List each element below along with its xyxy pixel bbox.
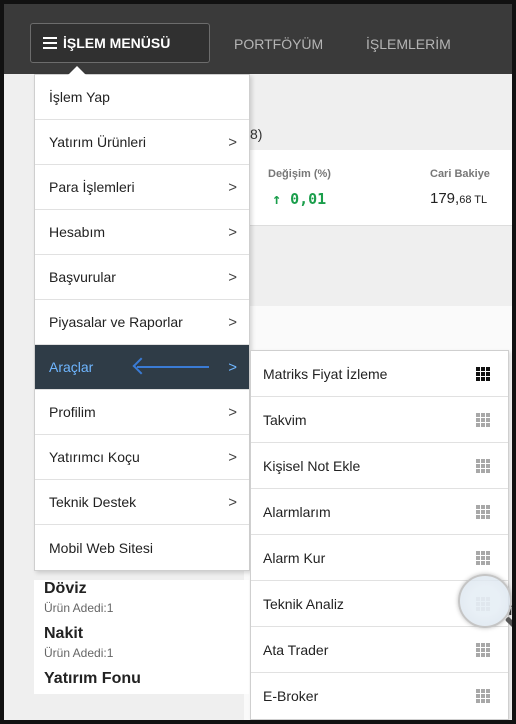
- grid-icon: [476, 689, 490, 703]
- submenu-item-takvim[interactable]: Takvim: [251, 397, 508, 443]
- nav-link-islemlerim[interactable]: İŞLEMLERİM: [366, 36, 451, 52]
- grid-icon: [476, 550, 490, 565]
- chevron-right-icon: >: [228, 223, 237, 241]
- grid-icon: [476, 458, 490, 473]
- product-list: Döviz Ürün Adedi:1 Nakit Ürün Adedi:1 Ya…: [34, 580, 249, 694]
- product-item-yatirim-fonu[interactable]: Yatırım Fonu: [34, 666, 249, 694]
- product-item-nakit[interactable]: Nakit Ürün Adedi:1: [34, 621, 249, 666]
- menu-item-para-islemleri[interactable]: Para İşlemleri >: [35, 165, 249, 210]
- menu-item-piyasalar-ve-raporlar[interactable]: Piyasalar ve Raporlar >: [35, 300, 249, 345]
- change-label: Değişim (%): [268, 168, 331, 180]
- chevron-right-icon: >: [228, 268, 237, 286]
- balance-value: 179,68 TL: [430, 190, 488, 207]
- balance-label: Cari Bakiye: [430, 168, 490, 180]
- grid-icon: [476, 504, 490, 519]
- chevron-right-icon: >: [228, 313, 237, 331]
- nav-link-portfoyum[interactable]: PORTFÖYÜM: [234, 36, 323, 52]
- chevron-right-icon: >: [228, 358, 237, 376]
- menu-item-yatirimci-kocu[interactable]: Yatırımcı Koçu >: [35, 435, 249, 480]
- grid-icon: [476, 366, 490, 381]
- islem-menusu-button[interactable]: İŞLEM MENÜSÜ: [30, 23, 210, 63]
- menu-button-label: İŞLEM MENÜSÜ: [63, 35, 171, 51]
- menu-item-araclar[interactable]: Araçlar >: [35, 345, 249, 390]
- chevron-right-icon: >: [228, 493, 237, 511]
- partial-text: 8): [250, 126, 263, 142]
- chevron-right-icon: >: [228, 133, 237, 151]
- submenu-item-kisisel-not-ekle[interactable]: Kişisel Not Ekle: [251, 443, 508, 489]
- portfolio-summary-card: Değişim (%) ↑ 0,01 Cari Bakiye 179,68 TL: [244, 150, 512, 226]
- annotation-arrow-icon: [137, 366, 209, 368]
- submenu-item-matriks-fiyat-izleme[interactable]: Matriks Fiyat İzleme: [251, 351, 508, 397]
- menu-item-teknik-destek[interactable]: Teknik Destek >: [35, 480, 249, 525]
- magnifier-icon: [458, 574, 512, 628]
- submenu-item-e-broker[interactable]: E-Broker: [251, 673, 508, 719]
- chevron-right-icon: >: [228, 403, 237, 421]
- top-navbar: İŞLEM MENÜSÜ PORTFÖYÜM İŞLEMLERİM: [4, 4, 512, 74]
- hamburger-icon: [43, 37, 57, 49]
- menu-item-hesabim[interactable]: Hesabım >: [35, 210, 249, 255]
- submenu-item-alarmlarim[interactable]: Alarmlarım: [251, 489, 508, 535]
- submenu-item-alarm-kur[interactable]: Alarm Kur: [251, 535, 508, 581]
- change-value: ↑ 0,01: [272, 190, 327, 208]
- grid-icon: [476, 642, 490, 657]
- chevron-right-icon: >: [228, 178, 237, 196]
- menu-item-mobil-web-sitesi[interactable]: Mobil Web Sitesi: [35, 525, 249, 570]
- menu-item-islem-yap[interactable]: İşlem Yap: [35, 75, 249, 120]
- arrow-up-icon: ↑: [272, 190, 282, 208]
- chevron-right-icon: >: [228, 448, 237, 466]
- grid-icon: [476, 412, 490, 427]
- dropdown-caret: [68, 66, 86, 75]
- menu-item-profilim[interactable]: Profilim >: [35, 390, 249, 435]
- screenshot-frame: 8) Değişim (%) ↑ 0,01 Cari Bakiye 179,68…: [0, 0, 516, 724]
- menu-item-yatirim-urunleri[interactable]: Yatırım Ürünleri >: [35, 120, 249, 165]
- menu-item-basvurular[interactable]: Başvurular >: [35, 255, 249, 300]
- submenu-item-ata-trader[interactable]: Ata Trader: [251, 627, 508, 673]
- islem-dropdown-menu: İşlem Yap Yatırım Ürünleri > Para İşleml…: [34, 74, 250, 571]
- araclar-submenu: Matriks Fiyat İzleme Takvim Kişisel Not …: [250, 350, 509, 720]
- product-item-doviz[interactable]: Döviz Ürün Adedi:1: [34, 580, 249, 621]
